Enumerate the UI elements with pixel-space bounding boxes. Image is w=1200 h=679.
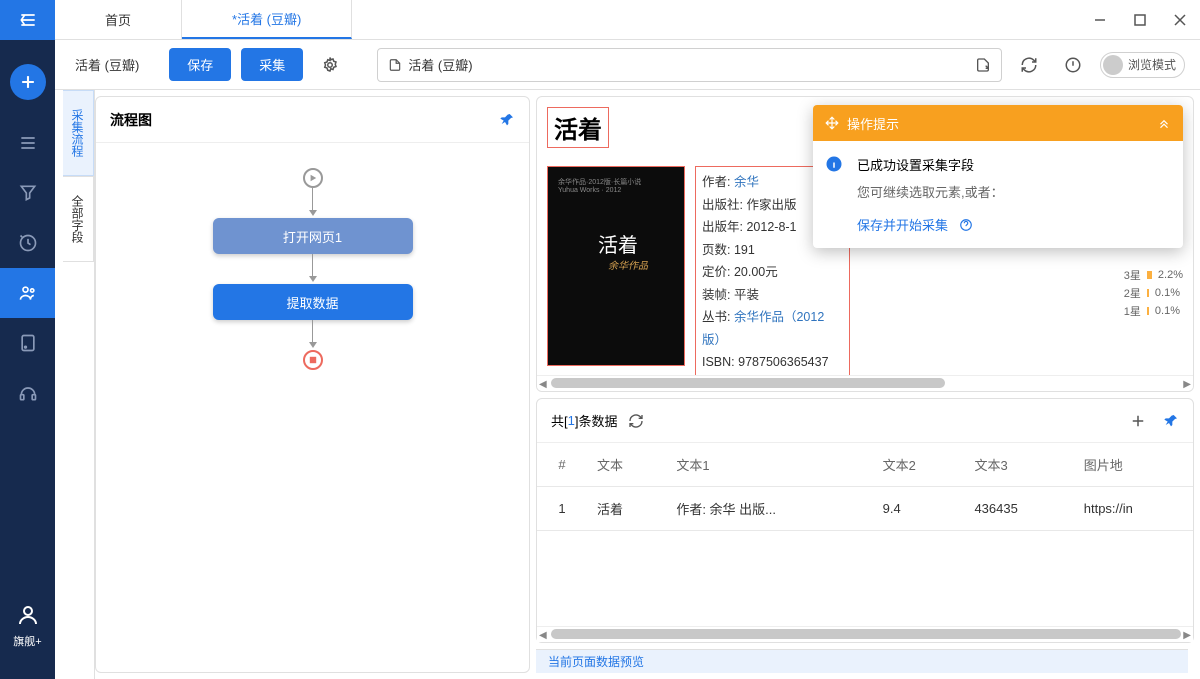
body: 采集流程 全部字段 流程图 打开网页1 提取数据 [55, 90, 1200, 679]
hint-popup: 操作提示 已成功设置采集字段 您可继续选取元素,或者： 保存并开始采集 [813, 105, 1183, 248]
nav-storage-icon[interactable] [0, 318, 55, 368]
move-icon [825, 116, 839, 130]
rating-stats: 3星2.2% 2星0.1% 1星0.1% [1124, 267, 1183, 321]
popup-body: 已成功设置采集字段 您可继续选取元素,或者： 保存并开始采集 [813, 141, 1183, 248]
popup-sub-text: 您可继续选取元素,或者： [857, 182, 1169, 201]
pin-icon[interactable] [499, 112, 515, 128]
col-image[interactable]: 图片地 [1074, 443, 1193, 487]
right-area: 活着 余华作品·2012版·长篇小说Yuhua Works · 2012 活着 … [536, 96, 1194, 673]
tab-active[interactable]: *活着 (豆瓣) [182, 0, 352, 39]
data-grid-panel: 共[1]条数据 # 文本 文本1 文本2 [536, 398, 1194, 643]
plan-label: 旗舰+ [13, 633, 41, 649]
flow-header: 流程图 [96, 97, 529, 143]
help-icon[interactable] [959, 218, 973, 232]
close-icon[interactable] [1160, 0, 1200, 40]
flow-panel: 流程图 打开网页1 提取数据 [95, 96, 530, 673]
menu-toggle[interactable] [0, 0, 55, 40]
start-node[interactable] [303, 168, 323, 188]
flow-canvas: 打开网页1 提取数据 [96, 143, 529, 672]
grid-pin-icon[interactable] [1163, 413, 1179, 429]
plan-badge[interactable]: 旗舰+ [13, 603, 41, 679]
settings-icon[interactable] [313, 48, 347, 82]
popup-header[interactable]: 操作提示 [813, 105, 1183, 141]
end-node[interactable] [303, 350, 323, 370]
alert-icon[interactable] [1056, 48, 1090, 82]
add-task-button[interactable] [10, 64, 46, 100]
save-and-run-link[interactable]: 保存并开始采集 [857, 218, 948, 233]
col-text3[interactable]: 文本3 [964, 443, 1073, 487]
col-text1[interactable]: 文本1 [666, 443, 872, 487]
tab-bar: 首页 *活着 (豆瓣) [55, 0, 1200, 40]
url-bar[interactable]: 活着 (豆瓣) [377, 48, 1002, 82]
tab-home[interactable]: 首页 [55, 0, 182, 39]
nav-rail: 旗舰+ [0, 0, 55, 679]
book-cover[interactable]: 余华作品·2012版·长篇小说Yuhua Works · 2012 活着 余华作… [547, 166, 685, 366]
grid-refresh-icon[interactable] [628, 413, 644, 429]
save-button[interactable]: 保存 [169, 48, 231, 81]
info-icon [825, 155, 843, 173]
side-tab-fields[interactable]: 全部字段 [63, 176, 94, 262]
grid-header: 共[1]条数据 [537, 399, 1193, 443]
window-controls [1080, 0, 1200, 40]
run-button[interactable]: 采集 [241, 48, 303, 81]
node-open-page[interactable]: 打开网页1 [213, 218, 413, 254]
preview-panel: 活着 余华作品·2012版·长篇小说Yuhua Works · 2012 活着 … [536, 96, 1194, 392]
record-count: 1 [568, 413, 575, 428]
col-text2[interactable]: 文本2 [873, 443, 965, 487]
maximize-icon[interactable] [1120, 0, 1160, 40]
minimize-icon[interactable] [1080, 0, 1120, 40]
popup-success-text: 已成功设置采集字段 [857, 155, 1169, 174]
col-text[interactable]: 文本 [587, 443, 666, 487]
preview-scrollbar[interactable]: ◀ ▶ [537, 375, 1193, 391]
page-icon [388, 58, 402, 72]
nav-list-icon[interactable] [0, 118, 55, 168]
data-table: # 文本 文本1 文本2 文本3 图片地 1 活着 作者: 余华 出版... [537, 443, 1193, 531]
toolbar: 活着 (豆瓣) 保存 采集 活着 (豆瓣) 浏览模式 [55, 40, 1200, 90]
refresh-icon[interactable] [1012, 48, 1046, 82]
add-column-icon[interactable] [1129, 412, 1147, 430]
flow-title: 流程图 [110, 110, 152, 130]
task-name: 活着 (豆瓣) [70, 55, 159, 74]
mode-toggle[interactable]: 浏览模式 [1100, 52, 1185, 78]
url-text: 活着 (豆瓣) [408, 55, 472, 74]
toggle-knob [1103, 55, 1123, 75]
footer-tab[interactable]: 当前页面数据预览 [536, 649, 1188, 673]
grid-scrollbar[interactable]: ◀ ▶ [537, 626, 1193, 642]
node-extract-data[interactable]: 提取数据 [213, 284, 413, 320]
main: 首页 *活着 (豆瓣) 活着 (豆瓣) 保存 采集 活着 (豆瓣) 浏览模式 采… [55, 0, 1200, 679]
table-row[interactable]: 1 活着 作者: 余华 出版... 9.4 436435 https://in [537, 487, 1193, 531]
nav-filter-icon[interactable] [0, 168, 55, 218]
nav-team-icon[interactable] [0, 268, 55, 318]
book-title[interactable]: 活着 [547, 107, 609, 148]
nav-support-icon[interactable] [0, 368, 55, 418]
side-tabs: 采集流程 全部字段 [63, 90, 95, 679]
collapse-icon[interactable] [1157, 116, 1171, 130]
mode-label: 浏览模式 [1128, 56, 1176, 73]
popup-title: 操作提示 [847, 114, 899, 133]
col-idx[interactable]: # [537, 443, 587, 487]
side-tab-flow[interactable]: 采集流程 [63, 90, 94, 176]
open-external-icon[interactable] [975, 57, 991, 73]
nav-schedule-icon[interactable] [0, 218, 55, 268]
